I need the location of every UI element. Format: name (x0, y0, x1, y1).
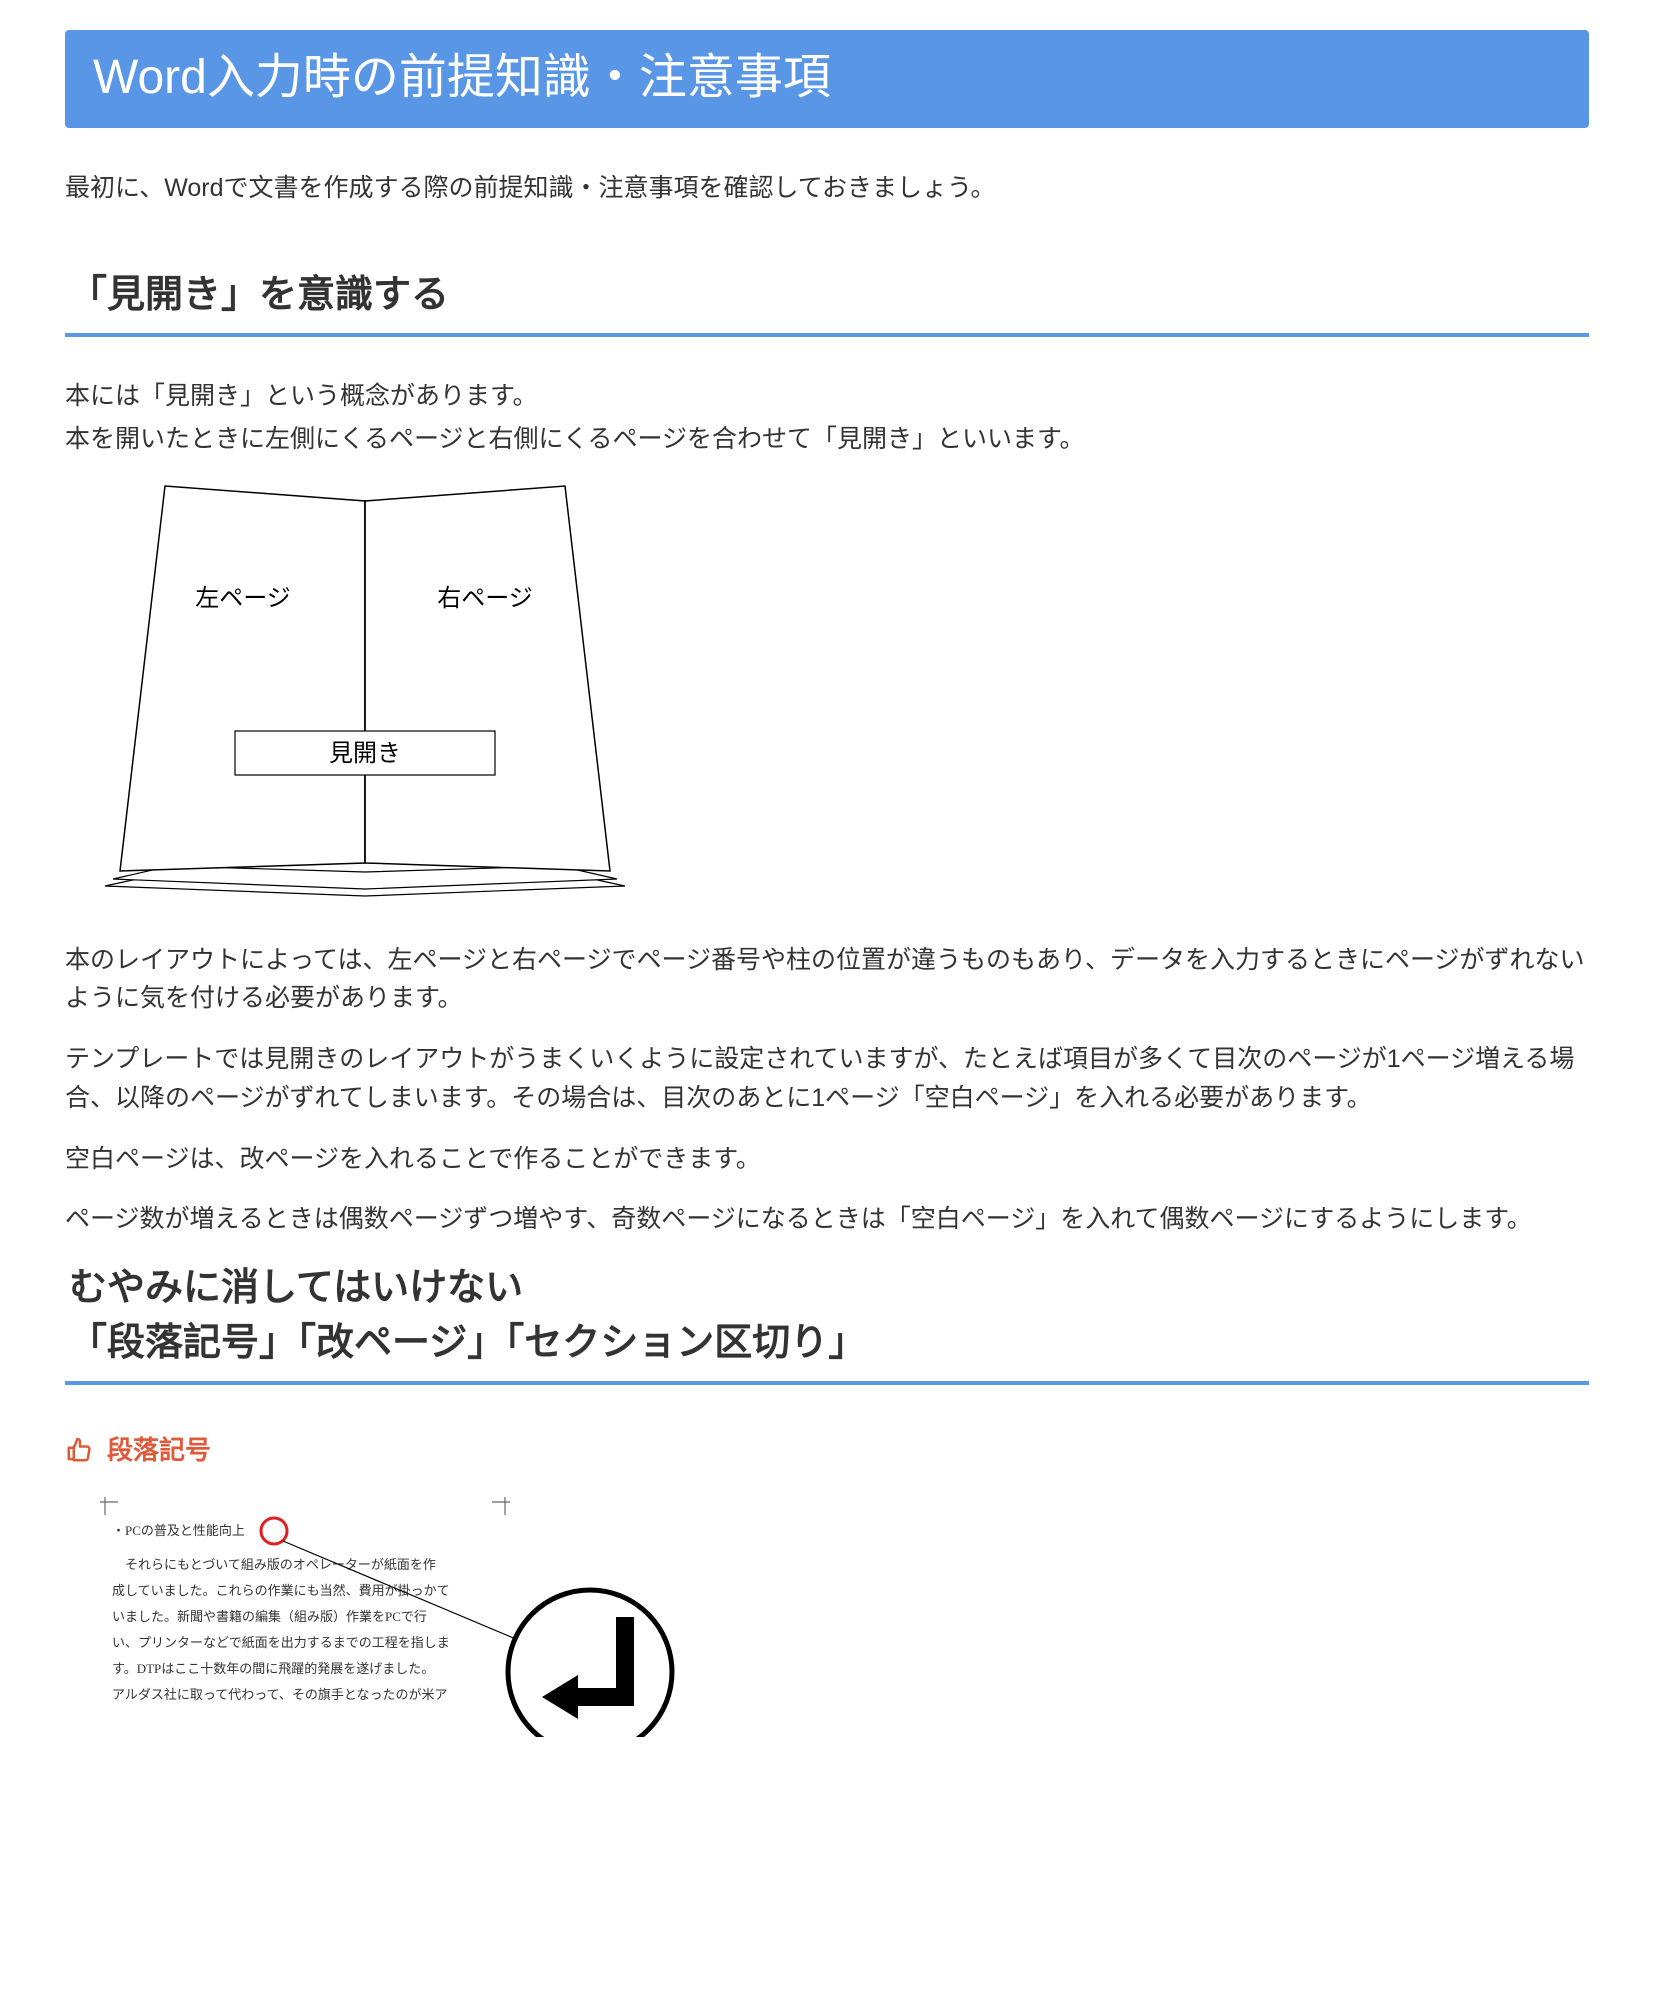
section2-rule (65, 1381, 1589, 1385)
svg-text:それらにもとづいて組み版のオペレーターが紙面を作: それらにもとづいて組み版のオペレーターが紙面を作 (125, 1557, 436, 1572)
right-page-label: 右ページ (437, 585, 533, 612)
section2-heading-line1: むやみに消してはいけない (69, 1267, 523, 1309)
section1-p2: 本を開いたときに左側にくるページと右側にくるページを合わせて「見開き」といいます… (65, 420, 1589, 459)
section2-heading: むやみに消してはいけない 「段落記号」「改ページ」「セクション区切り」 (65, 1261, 1589, 1381)
section1-p6: ページ数が増えるときは偶数ページずつ増やす、奇数ページになるときは「空白ページ」… (65, 1200, 1589, 1239)
book-spread-diagram: 左ページ 右ページ 見開き (75, 481, 655, 911)
svg-text:す。DTPはここ十数年の間に飛躍的発展を遂げました。: す。DTPはここ十数年の間に飛躍的発展を遂げました。 (112, 1661, 434, 1676)
highlight-circle (261, 1518, 287, 1544)
svg-text:成していました。これらの作業にも当然、費用が掛っかて: 成していました。これらの作業にも当然、費用が掛っかて (112, 1583, 450, 1598)
svg-text:アルダス社に取って代わって、その旗手となったのが米ア: アルダス社に取って代わって、その旗手となったのが米ア (112, 1687, 448, 1702)
section1-p5: 空白ページは、改ページを入れることで作ることができます。 (65, 1140, 1589, 1179)
intro-text: 最初に、Wordで文書を作成する際の前提知識・注意事項を確認しておきましょう。 (65, 168, 1589, 208)
section2-subheading: 段落記号 (107, 1430, 211, 1467)
svg-text:い、プリンターなどで紙面を出力するまでの工程を指しま: い、プリンターなどで紙面を出力するまでの工程を指しま (112, 1635, 450, 1650)
left-page-label: 左ページ (195, 585, 291, 612)
section1-p4: テンプレートでは見開きのレイアウトがうまくいくように設定されていますが、たとえば… (65, 1040, 1589, 1118)
section1-p1: 本には「見開き」という概念があります。 (65, 377, 1589, 416)
page-title: Word入力時の前提知識・注意事項 (65, 30, 1589, 128)
section1-rule (65, 333, 1589, 337)
svg-text:いました。新聞や書籍の編集（組み版）作業をPCで行: いました。新聞や書籍の編集（組み版）作業をPCで行 (112, 1609, 427, 1624)
svg-text:・PCの普及と性能向上: ・PCの普及と性能向上 (112, 1523, 245, 1538)
thumbs-up-icon (65, 1434, 95, 1464)
magnifier-circle (508, 1590, 672, 1737)
spread-label: 見開き (329, 741, 401, 767)
section2-heading-line2: 「段落記号」「改ページ」「セクション区切り」 (69, 1322, 866, 1364)
section1-heading: 「見開き」を意識する (65, 268, 1589, 333)
section1-p3: 本のレイアウトによっては、左ページと右ページでページ番号や柱の位置が違うものもあ… (65, 941, 1589, 1019)
paragraph-mark-screenshot: ・PCの普及と性能向上 それらにもとづいて組み版のオペレーターが紙面を作 成して… (100, 1497, 720, 1737)
